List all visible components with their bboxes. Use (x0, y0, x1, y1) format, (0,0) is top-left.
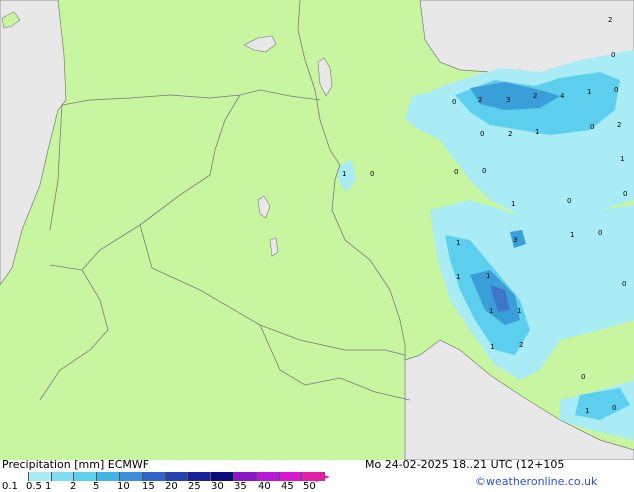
value-label: 2 (533, 92, 537, 100)
legend-tick-label: 15 (142, 481, 155, 492)
value-label: 0 (454, 168, 458, 176)
legend-arrow-icon (316, 472, 330, 482)
value-label: 1 (511, 200, 515, 208)
value-label: 0 (614, 86, 618, 94)
valid-time: Mo 24-02-2025 18..21 UTC (12+105 (365, 458, 565, 471)
precipitation-legend (6, 472, 326, 481)
value-label: 0 (598, 229, 602, 237)
legend-tick-label: 45 (281, 481, 294, 492)
value-label: 3 (513, 236, 517, 244)
value-label: 2 (617, 121, 621, 129)
value-label: 2 (608, 16, 612, 24)
legend-swatch (51, 472, 75, 481)
legend-swatch (188, 472, 212, 481)
value-label: 1 (342, 170, 346, 178)
value-label: 0 (370, 170, 374, 178)
legend-swatch (119, 472, 143, 481)
value-label: 1 (456, 239, 460, 247)
value-label: 4 (560, 92, 565, 100)
legend-tick-label: 0.1 (2, 481, 18, 492)
value-label: 0 (623, 190, 627, 198)
legend-swatch (165, 472, 189, 481)
legend-swatch (142, 472, 166, 481)
value-label: 3 (506, 96, 510, 104)
value-label: 1 (490, 343, 494, 351)
value-label: 1 (570, 231, 574, 239)
value-label: 1 (620, 155, 624, 163)
value-label: 0 (482, 167, 486, 175)
value-label: 0 (611, 51, 615, 59)
value-label: 1 (456, 273, 460, 281)
map-title: Precipitation [mm] ECMWF (2, 458, 150, 471)
value-label: 0 (480, 130, 484, 138)
value-label: 0 (581, 373, 585, 381)
value-label: 0 (622, 280, 626, 288)
legend-tick-label: 30 (211, 481, 224, 492)
value-label: 0 (612, 404, 616, 412)
legend-swatch (97, 472, 120, 481)
value-label: 1 (535, 128, 539, 136)
value-label: 0 (590, 123, 594, 131)
value-label: 2 (519, 341, 523, 349)
value-label: 1 (489, 307, 493, 315)
legend-tick-label: 20 (165, 481, 178, 492)
legend-swatch (233, 472, 257, 481)
legend-tick-label: 10 (117, 481, 130, 492)
legend-swatch (279, 472, 303, 481)
legend-tick-label: 2 (70, 481, 77, 492)
value-label: 0 (567, 197, 571, 205)
legend-tick-label: 0.5 (26, 481, 42, 492)
value-label: 1 (517, 307, 521, 315)
value-label: 1 (585, 407, 589, 415)
value-label: 1 (587, 88, 591, 96)
legend-swatch (256, 472, 280, 481)
value-label: 2 (508, 130, 512, 138)
legend-swatch (74, 472, 98, 481)
legend-tick-label: 40 (258, 481, 271, 492)
value-label: 1 (486, 272, 490, 280)
legend-tick-label: 50 (303, 481, 316, 492)
legend-tick-label: 35 (234, 481, 247, 492)
legend-tick-label: 1 (45, 481, 52, 492)
legend-tick-label: 25 (188, 481, 201, 492)
precipitation-map: 2 0 0 2 3 2 4 1 0 0 2 1 0 2 1 0 1 0 0 0 … (0, 0, 634, 490)
legend-swatch (28, 472, 52, 481)
legend-tick-label: 5 (93, 481, 100, 492)
credit-link[interactable]: ©weatheronline.co.uk (475, 475, 597, 488)
value-label: 2 (478, 96, 482, 104)
legend-swatch (211, 472, 234, 481)
value-label: 0 (452, 98, 456, 106)
legend-swatch (6, 472, 29, 481)
